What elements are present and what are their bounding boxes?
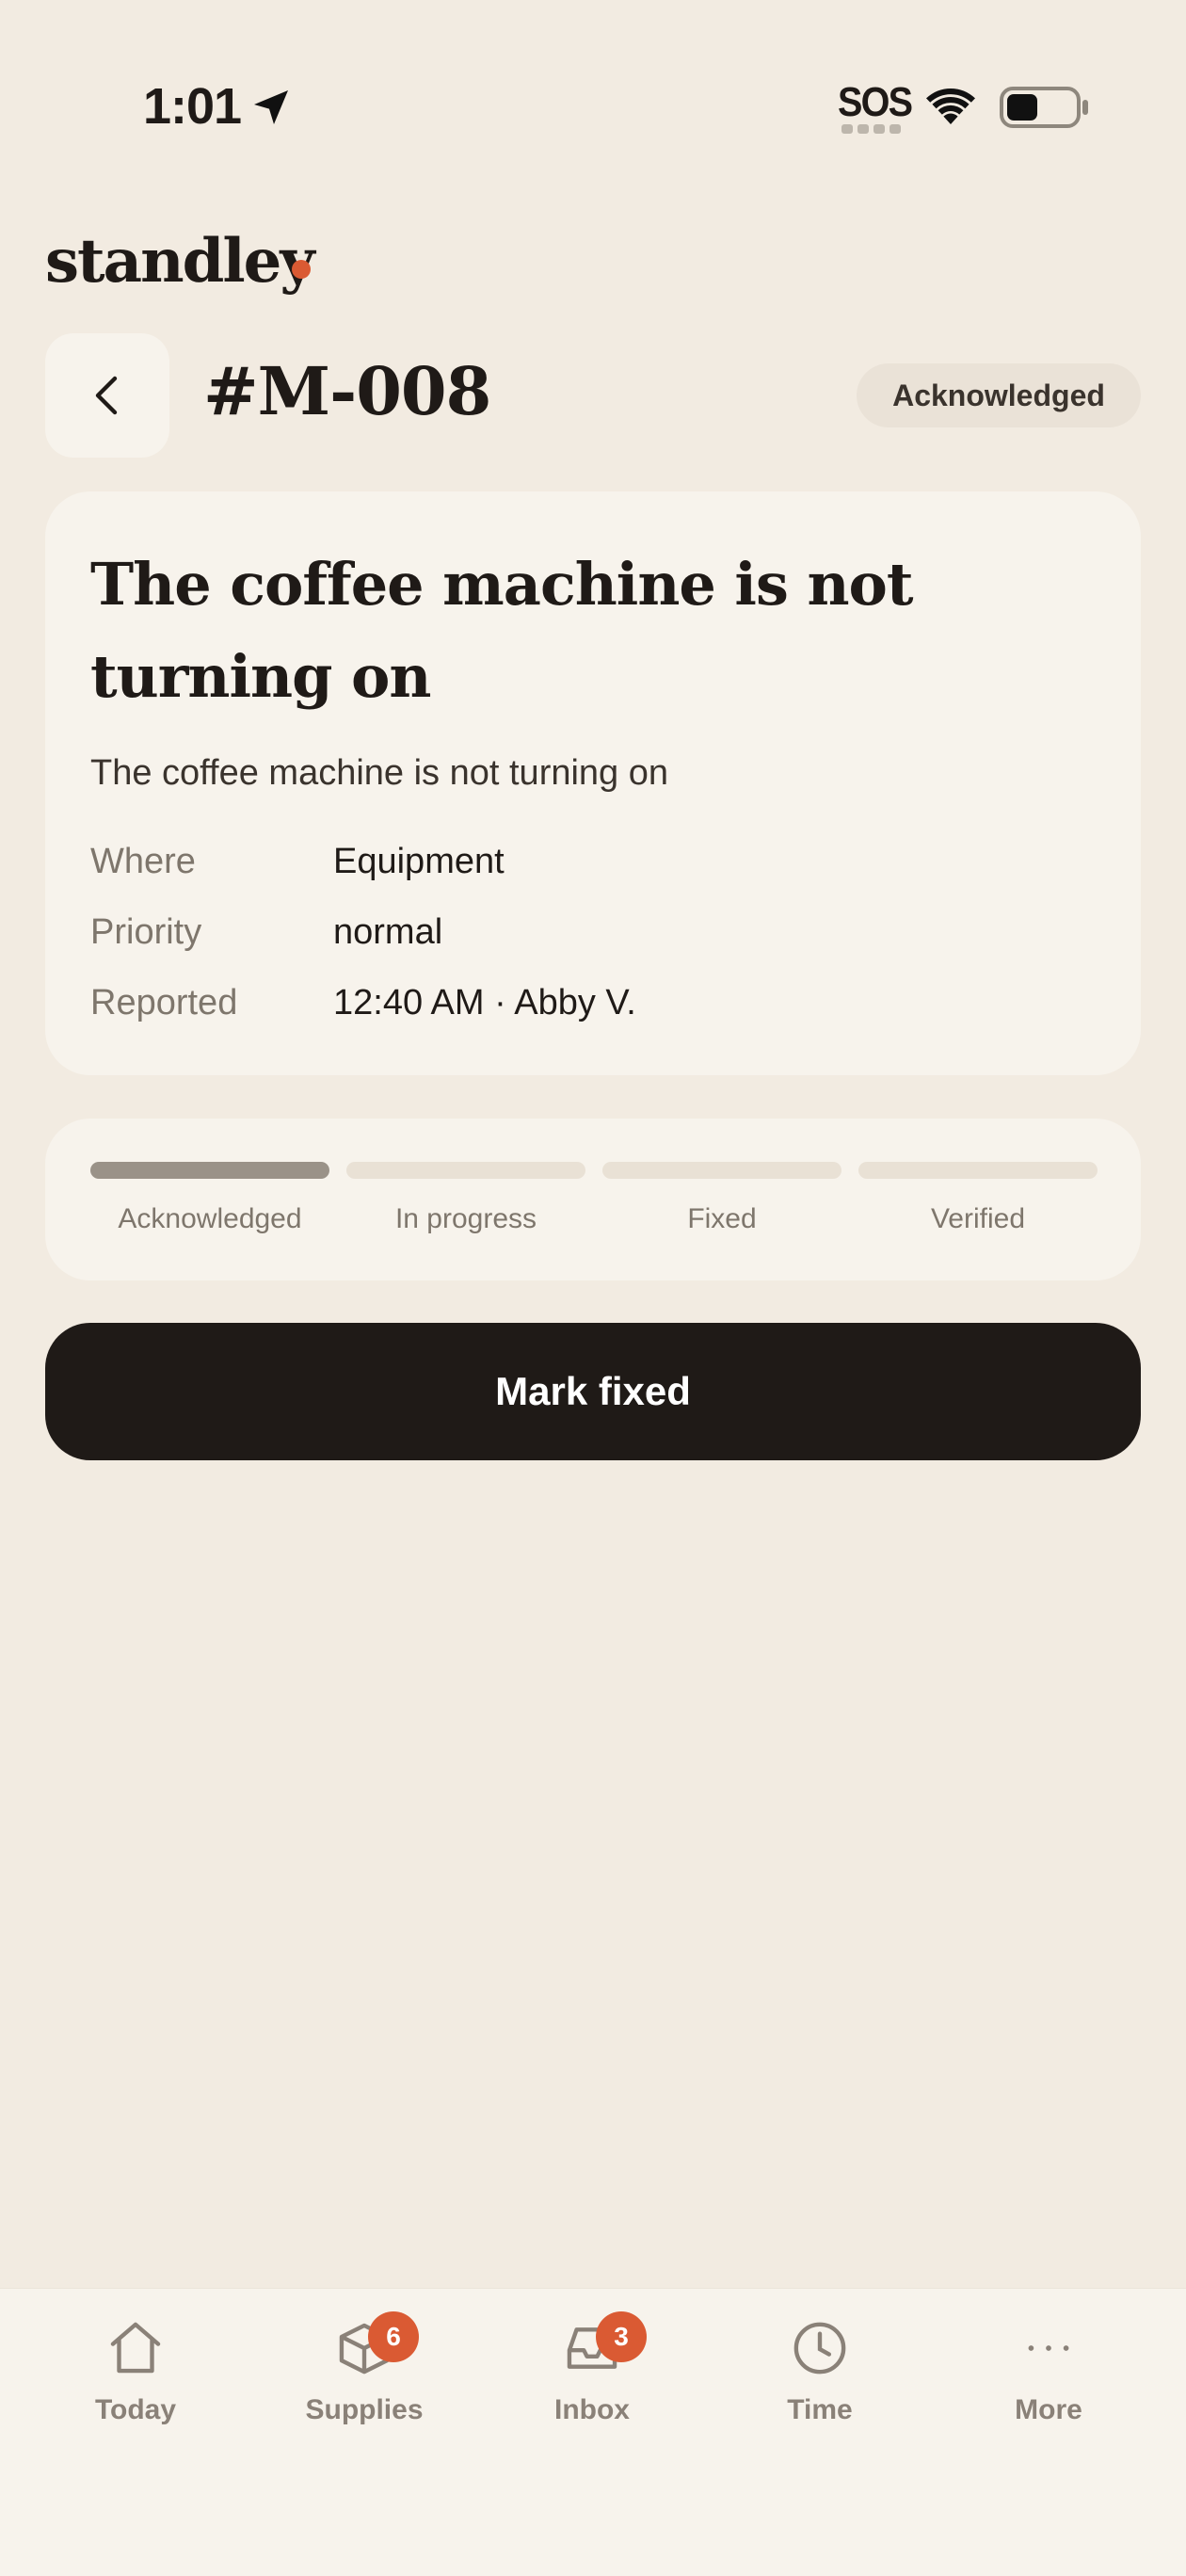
tab-supplies[interactable]: 6 Supplies bbox=[270, 2311, 458, 2426]
back-button[interactable] bbox=[45, 333, 169, 458]
issue-description: The coffee machine is not turning on bbox=[90, 753, 669, 793]
meta-value: 12:40 AM · Abby V. bbox=[333, 983, 636, 1022]
progress-step: Verified bbox=[858, 1162, 1098, 1235]
step-bar bbox=[602, 1162, 841, 1179]
location-arrow-icon bbox=[254, 90, 288, 124]
step-label: In progress bbox=[394, 1203, 537, 1234]
progress-step: Acknowledged bbox=[90, 1162, 329, 1235]
tab-inbox[interactable]: 3 Inbox bbox=[498, 2311, 686, 2426]
step-label: Verified bbox=[930, 1203, 1026, 1234]
tab-more[interactable]: More bbox=[954, 2315, 1143, 2426]
inbox-badge: 3 bbox=[596, 2311, 647, 2362]
signal-dots-icon bbox=[841, 124, 907, 136]
tab-label: Today bbox=[94, 2394, 177, 2425]
step-bar bbox=[90, 1162, 329, 1179]
step-bar bbox=[346, 1162, 585, 1179]
tab-label: Time bbox=[787, 2394, 853, 2425]
issue-title: The coffee machine is not turning on bbox=[90, 550, 914, 711]
status-bar: 1:01 SOS bbox=[0, 0, 1186, 217]
tab-today[interactable]: Today bbox=[41, 2315, 230, 2426]
battery-icon bbox=[1000, 87, 1088, 128]
tab-label: Inbox bbox=[554, 2394, 630, 2425]
mark-fixed-button[interactable]: Mark fixed bbox=[45, 1323, 1141, 1460]
progress-step: In progress bbox=[346, 1162, 585, 1235]
meta-value: Equipment bbox=[333, 842, 505, 881]
meta-label: Reported bbox=[90, 983, 238, 1022]
supplies-badge: 6 bbox=[368, 2311, 419, 2362]
meta-label: Where bbox=[90, 842, 196, 881]
brand-logo: standley bbox=[45, 226, 315, 297]
meta-value: normal bbox=[333, 912, 443, 952]
wifi-icon bbox=[926, 88, 975, 124]
progress-step: Fixed bbox=[602, 1162, 841, 1235]
step-label: Fixed bbox=[687, 1203, 757, 1234]
chevron-left-icon bbox=[95, 376, 118, 415]
tab-label: Supplies bbox=[305, 2394, 424, 2425]
brand-dot bbox=[292, 260, 311, 279]
status-badge: Acknowledged bbox=[857, 363, 1141, 427]
step-bar bbox=[858, 1162, 1098, 1179]
progress-stepper: Acknowledged In progress Fixed Verified bbox=[45, 1119, 1141, 1280]
more-icon bbox=[1028, 2345, 1069, 2351]
tab-time[interactable]: Time bbox=[726, 2315, 914, 2426]
issue-card: The coffee machine is not turning on The… bbox=[45, 491, 1141, 1075]
home-icon bbox=[110, 2322, 161, 2374]
ticket-id: #M-008 bbox=[203, 352, 491, 430]
step-label: Acknowledged bbox=[118, 1203, 302, 1234]
meta-label: Priority bbox=[90, 912, 202, 952]
clock-icon bbox=[793, 2322, 846, 2375]
tab-bar: Today 6 Supplies 3 Inbox Time More bbox=[0, 2288, 1186, 2576]
sos-indicator: SOS bbox=[838, 79, 913, 125]
tab-label: More bbox=[1015, 2394, 1082, 2425]
status-time: 1:01 bbox=[143, 78, 242, 135]
